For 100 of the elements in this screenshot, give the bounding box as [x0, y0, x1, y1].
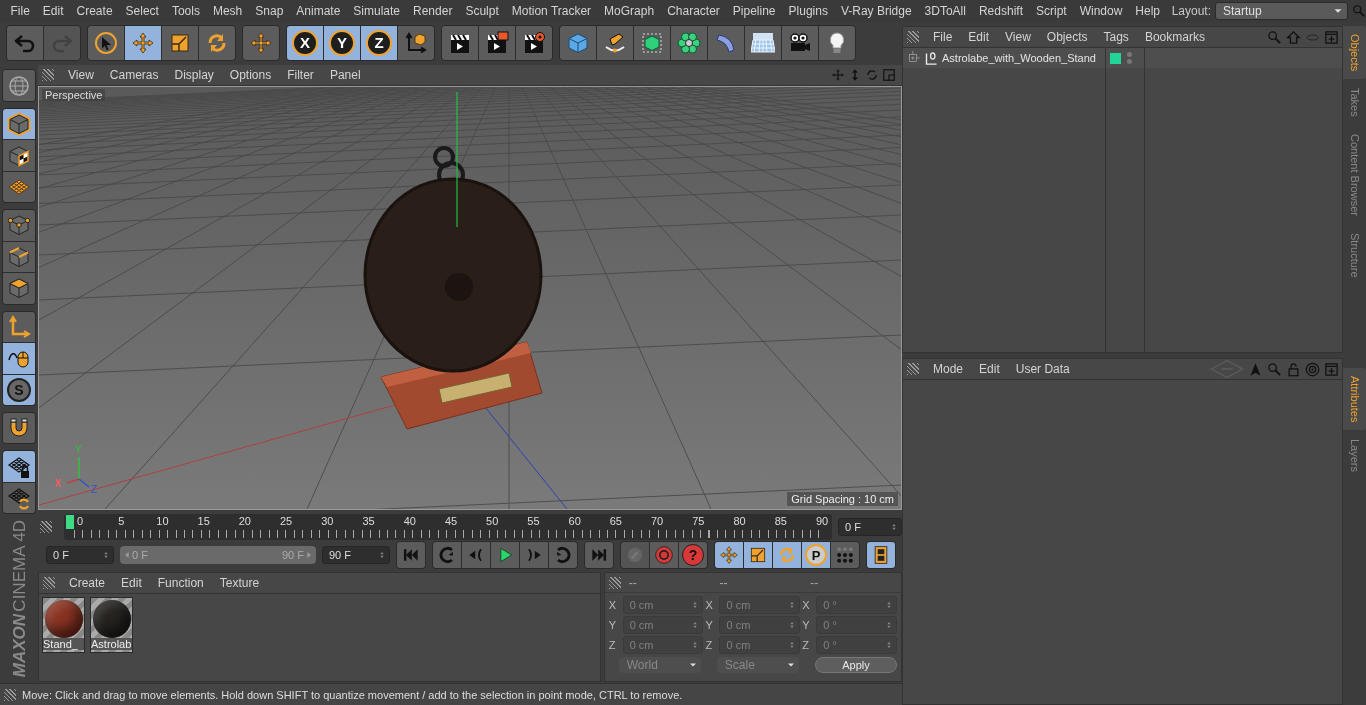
cloner-button[interactable]	[671, 25, 707, 60]
start-frame-field[interactable]: 0 F	[46, 546, 114, 565]
light-button[interactable]	[819, 25, 855, 60]
menu-item[interactable]: Panel	[321, 68, 369, 83]
menu-item[interactable]: Edit	[971, 362, 1008, 376]
menu-item[interactable]: Plugins	[782, 4, 835, 18]
coordinate-system-button[interactable]	[398, 25, 434, 60]
camera-button[interactable]	[782, 25, 818, 60]
magnet-button[interactable]	[3, 412, 35, 444]
current-frame-field[interactable]: 0 F	[838, 517, 902, 536]
select-tool-button[interactable]	[88, 25, 124, 60]
tweak-mode-button[interactable]	[3, 343, 35, 374]
end-frame-field[interactable]: 90 F	[322, 546, 390, 565]
scale-tool-button[interactable]	[162, 25, 198, 60]
point-level-button[interactable]	[831, 542, 859, 569]
layer-swatch-icon[interactable]	[1110, 52, 1121, 64]
move-tool-button[interactable]	[125, 25, 161, 60]
undo-button[interactable]	[7, 25, 43, 60]
viewport[interactable]: Perspective Y X Z Grid Spacing : 10 cm	[38, 86, 902, 511]
side-tab[interactable]: Attributes	[1343, 367, 1366, 431]
menu-item[interactable]: 3DToAll	[918, 4, 973, 18]
make-editable-button[interactable]	[3, 70, 35, 101]
polygons-mode-button[interactable]	[3, 273, 35, 304]
menu-item[interactable]: Bookmarks	[1136, 30, 1213, 44]
menu-item[interactable]: Window	[1073, 4, 1129, 18]
menu-item[interactable]: Render	[406, 4, 459, 18]
timeline-ruler[interactable]: 0 5 10 15 20 25 30 35 40 45 50 55 60 65 70 75 80 85 90	[64, 513, 832, 540]
z-axis-button[interactable]: Z	[361, 25, 397, 60]
pen-button[interactable]	[597, 25, 633, 60]
edges-mode-button[interactable]	[3, 241, 35, 273]
menu-item[interactable]: Mode	[925, 362, 972, 376]
side-tab[interactable]: Objects	[1343, 26, 1366, 80]
model-mode-button[interactable]	[3, 108, 35, 140]
cube-button[interactable]	[560, 25, 596, 60]
menu-item[interactable]: Sculpt	[458, 4, 506, 18]
rotate-tool-button[interactable]	[199, 25, 235, 60]
subdivision-button[interactable]	[634, 25, 670, 60]
material-swatch[interactable]: Stand_	[42, 597, 85, 654]
workplane-mode-button[interactable]	[3, 171, 35, 203]
menu-item[interactable]: Cameras	[101, 68, 167, 83]
menu-item[interactable]: Create	[61, 576, 114, 591]
floor-button[interactable]	[745, 25, 781, 60]
y-axis-button[interactable]: Y	[324, 25, 360, 60]
playhead[interactable]	[66, 514, 74, 529]
workplane-button[interactable]	[3, 482, 35, 514]
recent-tool-button[interactable]	[243, 25, 279, 60]
render-settings-button[interactable]	[516, 25, 552, 60]
menu-item[interactable]: Display	[166, 68, 222, 83]
render-picture-button[interactable]	[479, 25, 515, 60]
menu-item[interactable]: File	[925, 30, 961, 44]
menu-item[interactable]: Snap	[248, 4, 290, 18]
previous-key-button[interactable]	[433, 542, 461, 569]
x-axis-button[interactable]: X	[287, 25, 323, 60]
menu-item[interactable]: Filter	[279, 68, 322, 83]
go-to-end-button[interactable]	[585, 542, 613, 569]
menu-item[interactable]: Character	[660, 4, 727, 18]
menu-item[interactable]: Mesh	[206, 4, 249, 18]
texture-mode-button[interactable]	[3, 140, 35, 171]
menu-item[interactable]: Objects	[1038, 30, 1096, 44]
timeline-button[interactable]	[867, 542, 895, 569]
help-button[interactable]: ?	[679, 542, 707, 569]
menu-item[interactable]: Create	[70, 4, 120, 18]
column-header: --	[628, 575, 638, 590]
menu-item[interactable]: Redshift	[972, 4, 1030, 18]
menu-item[interactable]: Script	[1029, 4, 1074, 18]
menu-item[interactable]: Options	[221, 68, 280, 83]
next-key-button[interactable]	[549, 542, 577, 569]
material-swatch[interactable]: Astrolab	[90, 597, 133, 654]
menu-item[interactable]: MoGraph	[597, 4, 661, 18]
render-view-button[interactable]	[442, 25, 478, 60]
menu-item[interactable]: View	[997, 30, 1039, 44]
menu-item[interactable]: Select	[119, 4, 166, 18]
menu-item[interactable]: Pipeline	[726, 4, 783, 18]
points-mode-button[interactable]	[3, 210, 35, 241]
axis-mode-button[interactable]	[3, 311, 35, 343]
menu-item[interactable]: Tools	[165, 4, 207, 18]
menu-item[interactable]: Edit	[36, 4, 71, 18]
go-to-start-button[interactable]	[397, 542, 425, 569]
menu-item[interactable]: Simulate	[346, 4, 407, 18]
menu-item[interactable]: Tags	[1095, 30, 1137, 44]
menu-item[interactable]: Edit	[113, 576, 150, 591]
menu-item[interactable]: Edit	[960, 30, 998, 44]
parameter-track-button[interactable]: P	[802, 542, 830, 569]
layout-dropdown[interactable]: Startup	[1215, 2, 1348, 20]
deformer-button[interactable]	[708, 25, 744, 60]
play-button[interactable]	[491, 542, 519, 569]
menu-item[interactable]: Texture	[211, 576, 268, 591]
menu-item[interactable]: Animate	[289, 4, 347, 18]
menu-item[interactable]: User Data	[1007, 362, 1078, 376]
menu-item[interactable]: View	[60, 68, 102, 83]
menu-item[interactable]: V-Ray Bridge	[834, 4, 919, 18]
snap-button[interactable]: S	[3, 374, 35, 405]
lock-workplane-button[interactable]	[3, 451, 35, 482]
apply-button[interactable]: Apply	[814, 657, 897, 674]
menu-item[interactable]: File	[4, 4, 37, 18]
visibility-dots-icon[interactable]	[1127, 52, 1132, 64]
menu-item[interactable]: Help	[1128, 4, 1167, 18]
menu-item[interactable]: Function	[149, 576, 212, 591]
menu-item[interactable]: Motion Tracker	[505, 4, 598, 18]
autokey-button[interactable]	[650, 542, 678, 569]
